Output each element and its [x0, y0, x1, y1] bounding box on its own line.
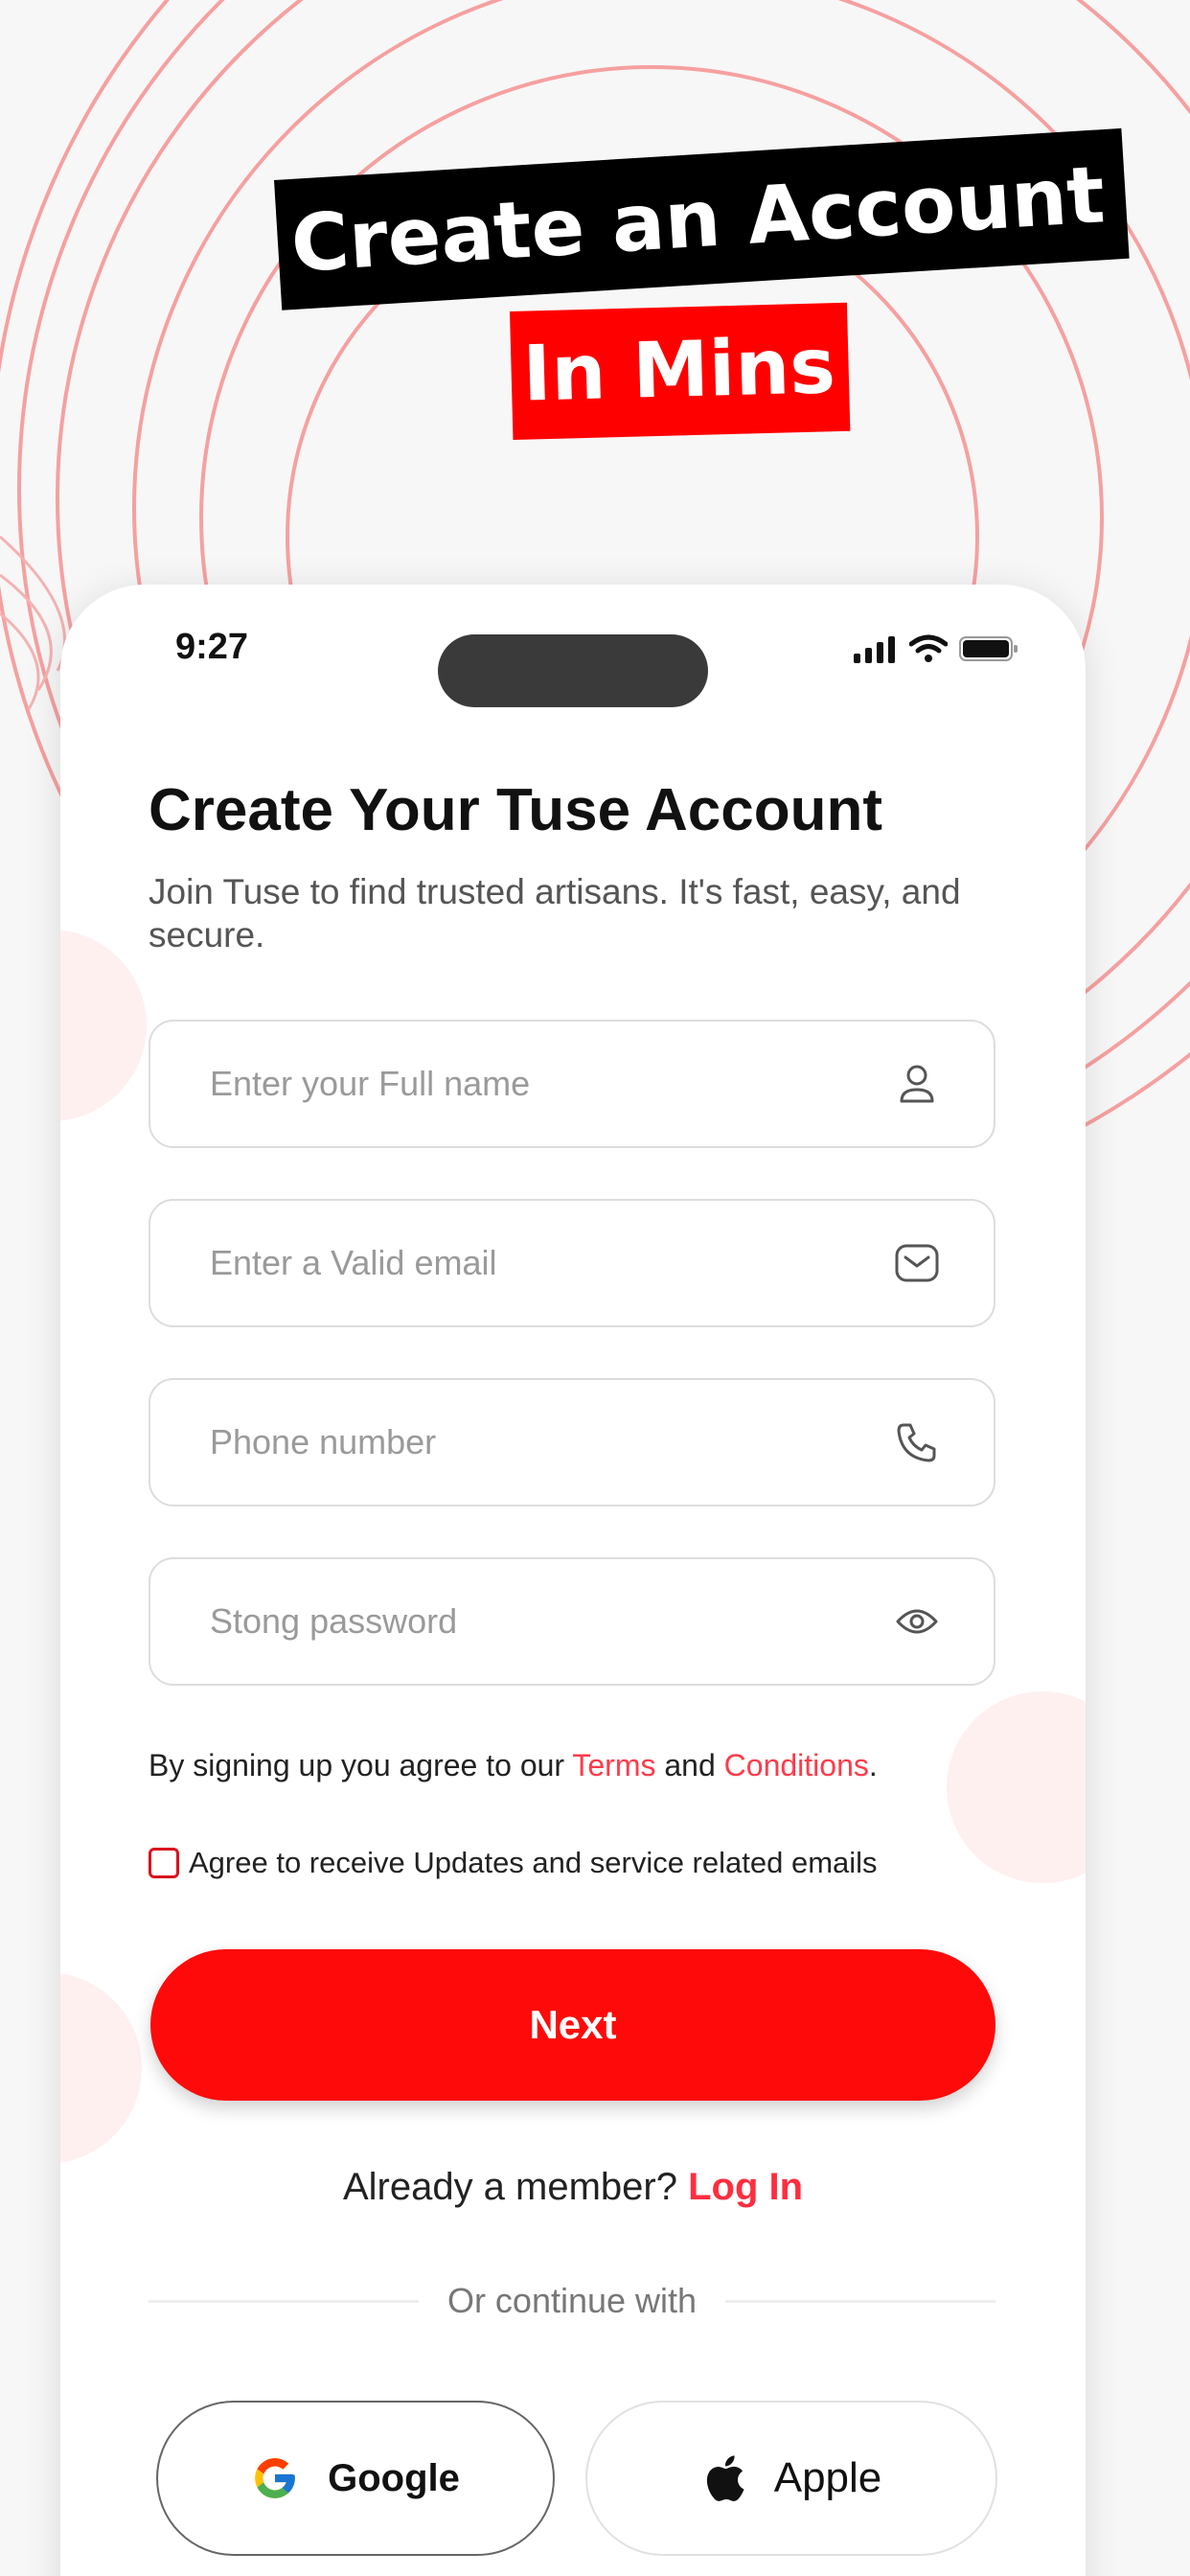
updates-checkbox-label: Agree to receive Updates and service rel… [189, 1846, 878, 1879]
decorative-circle [60, 930, 147, 1121]
or-divider: Or continue with [149, 2281, 995, 2321]
divider-line [149, 2299, 419, 2303]
phone-icon [894, 1419, 940, 1465]
status-icons [854, 634, 1018, 663]
already-member-text: Already a member? Log In [60, 2166, 1086, 2209]
terms-prefix: By signing up you agree to our [149, 1748, 573, 1782]
status-time: 9:27 [175, 627, 249, 667]
apple-icon [706, 2455, 744, 2501]
promo-headline-line2: In Mins [510, 302, 851, 440]
updates-checkbox-row[interactable]: Agree to receive Updates and service rel… [149, 1846, 878, 1880]
mail-icon [894, 1240, 940, 1286]
updates-checkbox[interactable] [149, 1848, 179, 1878]
phone-placeholder: Phone number [210, 1422, 437, 1461]
promo-headline-line1: Create an Account [274, 127, 1130, 310]
google-signin-button[interactable]: Google [156, 2401, 555, 2556]
next-button[interactable]: Next [150, 1949, 995, 2101]
full-name-input[interactable]: Enter your Full name [149, 1020, 995, 1148]
phone-frame: 9:27 Create Your Tuse Account Join Tuse … [60, 585, 1086, 2576]
terms-text: By signing up you agree to our Terms and… [149, 1748, 878, 1783]
decorative-circle [60, 1972, 142, 2164]
or-continue-text: Or continue with [446, 2281, 698, 2320]
apple-label: Apple [773, 2454, 882, 2501]
form-subtitle: Join Tuse to find trusted artisans. It's… [149, 872, 961, 955]
dynamic-island [438, 634, 708, 707]
cellular-signal-icon [854, 636, 895, 663]
google-label: Google [328, 2456, 460, 2499]
apple-signin-button[interactable]: Apple [585, 2401, 997, 2556]
divider-line [725, 2299, 995, 2303]
member-prefix: Already a member? [342, 2166, 689, 2208]
terms-middle: and [655, 1748, 724, 1782]
google-icon [255, 2458, 295, 2498]
password-input[interactable]: Stong password [149, 1557, 995, 1686]
eye-icon[interactable] [894, 1598, 940, 1644]
terms-suffix: . [868, 1748, 878, 1782]
conditions-link[interactable]: Conditions [724, 1748, 869, 1782]
email-input[interactable]: Enter a Valid email [149, 1199, 995, 1327]
decorative-circle [947, 1691, 1086, 1883]
form-title: Create Your Tuse Account [149, 777, 882, 843]
terms-link[interactable]: Terms [572, 1748, 655, 1782]
wifi-icon [909, 634, 948, 662]
user-icon [894, 1061, 940, 1107]
full-name-placeholder: Enter your Full name [210, 1064, 531, 1103]
phone-input[interactable]: Phone number [149, 1378, 995, 1506]
login-link[interactable]: Log In [688, 2166, 803, 2208]
battery-icon [959, 636, 1018, 661]
password-placeholder: Stong password [210, 1601, 458, 1641]
email-placeholder: Enter a Valid email [210, 1243, 497, 1282]
